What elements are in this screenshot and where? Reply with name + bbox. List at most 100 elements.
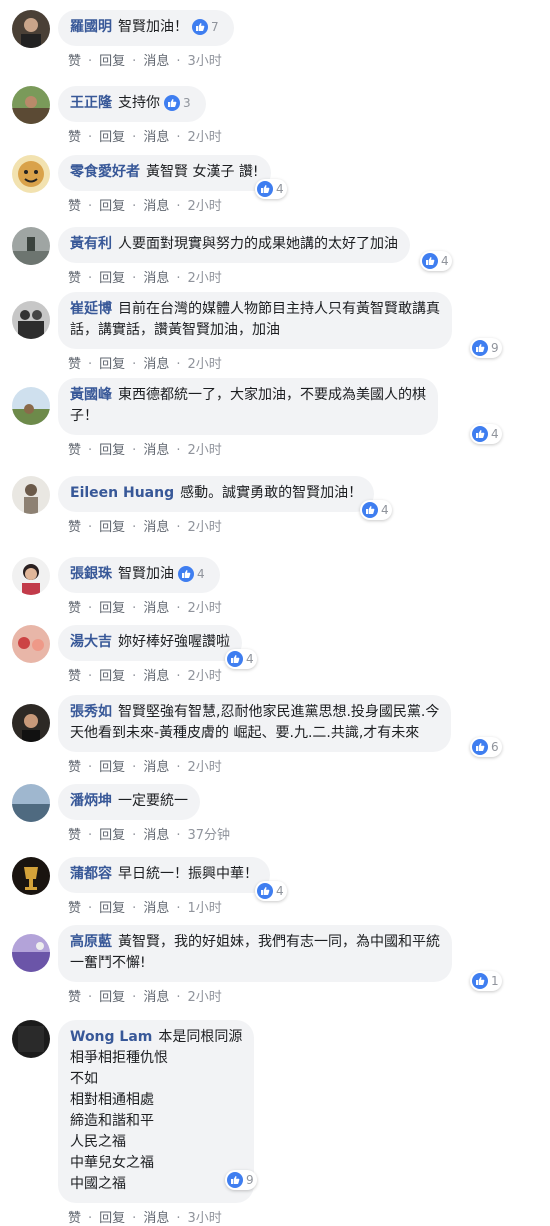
avatar[interactable]	[12, 857, 50, 895]
reply-button[interactable]: 回复	[99, 760, 125, 775]
message-button[interactable]: 消息	[143, 199, 169, 214]
like-button[interactable]: 赞	[68, 1211, 81, 1226]
commenter-name[interactable]: 湯大吉	[70, 634, 112, 650]
timestamp[interactable]: 2小时	[187, 199, 221, 214]
commenter-name[interactable]: 羅國明	[70, 19, 112, 35]
commenter-name[interactable]: Wong Lam	[70, 1029, 152, 1045]
timestamp[interactable]: 2小时	[187, 520, 221, 535]
reaction-count[interactable]: 4	[255, 179, 287, 199]
reply-button[interactable]: 回复	[99, 443, 125, 458]
avatar[interactable]	[12, 557, 50, 595]
timestamp[interactable]: 2小时	[187, 130, 221, 145]
avatar[interactable]	[12, 86, 50, 124]
reply-button[interactable]: 回复	[99, 901, 125, 916]
message-button[interactable]: 消息	[143, 357, 169, 372]
commenter-name[interactable]: 王正隆	[70, 95, 112, 111]
separator: ·	[176, 520, 181, 535]
commenter-name[interactable]: 崔延博	[70, 301, 112, 317]
like-button[interactable]: 赞	[68, 828, 81, 843]
like-button[interactable]: 赞	[68, 199, 81, 214]
reply-button[interactable]: 回复	[99, 601, 125, 616]
avatar[interactable]	[12, 10, 50, 48]
commenter-name[interactable]: 高原藍	[70, 934, 112, 950]
like-button[interactable]: 赞	[68, 271, 81, 286]
reaction-count[interactable]: 3	[162, 93, 194, 113]
commenter-name[interactable]: 零食愛好者	[70, 164, 140, 180]
like-button[interactable]: 赞	[68, 601, 81, 616]
reply-button[interactable]: 回复	[99, 520, 125, 535]
reaction-count[interactable]: 4	[176, 564, 208, 584]
like-button[interactable]: 赞	[68, 54, 81, 69]
avatar[interactable]	[12, 227, 50, 265]
message-button[interactable]: 消息	[143, 901, 169, 916]
reaction-count[interactable]: 7	[190, 17, 222, 37]
reply-button[interactable]: 回复	[99, 828, 125, 843]
like-icon	[164, 95, 180, 111]
message-button[interactable]: 消息	[143, 990, 169, 1005]
commenter-name[interactable]: 張秀如	[70, 704, 112, 720]
commenter-name[interactable]: Eileen Huang	[70, 485, 174, 501]
timestamp[interactable]: 2小时	[187, 357, 221, 372]
message-button[interactable]: 消息	[143, 54, 169, 69]
avatar[interactable]	[12, 301, 50, 339]
message-button[interactable]: 消息	[143, 669, 169, 684]
reply-button[interactable]: 回复	[99, 271, 125, 286]
avatar[interactable]	[12, 155, 50, 193]
like-button[interactable]: 赞	[68, 130, 81, 145]
commenter-name[interactable]: 蒲都容	[70, 866, 112, 882]
avatar[interactable]	[12, 704, 50, 742]
message-button[interactable]: 消息	[143, 130, 169, 145]
reply-button[interactable]: 回复	[99, 669, 125, 684]
reaction-count[interactable]: 4	[360, 500, 392, 520]
reaction-count[interactable]: 4	[420, 251, 452, 271]
reaction-count[interactable]: 9	[225, 1170, 257, 1190]
message-button[interactable]: 消息	[143, 601, 169, 616]
commenter-name[interactable]: 張銀珠	[70, 566, 112, 582]
timestamp[interactable]: 2小时	[187, 271, 221, 286]
reaction-count[interactable]: 4	[225, 649, 257, 669]
timestamp[interactable]: 2小时	[187, 760, 221, 775]
avatar[interactable]	[12, 476, 50, 514]
timestamp[interactable]: 2小时	[187, 443, 221, 458]
reaction-count[interactable]: 9	[470, 338, 502, 358]
like-button[interactable]: 赞	[68, 357, 81, 372]
reply-button[interactable]: 回复	[99, 130, 125, 145]
message-button[interactable]: 消息	[143, 1211, 169, 1226]
avatar[interactable]	[12, 625, 50, 663]
timestamp[interactable]: 2小时	[187, 601, 221, 616]
timestamp[interactable]: 3小时	[187, 54, 221, 69]
timestamp[interactable]: 37分钟	[187, 828, 230, 843]
like-button[interactable]: 赞	[68, 520, 81, 535]
like-button[interactable]: 赞	[68, 443, 81, 458]
message-button[interactable]: 消息	[143, 828, 169, 843]
like-button[interactable]: 赞	[68, 990, 81, 1005]
reply-button[interactable]: 回复	[99, 199, 125, 214]
reaction-count[interactable]: 4	[470, 424, 502, 444]
commenter-name[interactable]: 黃國峰	[70, 387, 112, 403]
avatar[interactable]	[12, 1020, 50, 1058]
reply-button[interactable]: 回复	[99, 357, 125, 372]
like-button[interactable]: 赞	[68, 669, 81, 684]
reaction-count[interactable]: 4	[255, 881, 287, 901]
message-button[interactable]: 消息	[143, 443, 169, 458]
reply-button[interactable]: 回复	[99, 990, 125, 1005]
avatar[interactable]	[12, 387, 50, 425]
timestamp[interactable]: 2小时	[187, 669, 221, 684]
avatar[interactable]	[12, 934, 50, 972]
message-button[interactable]: 消息	[143, 271, 169, 286]
timestamp[interactable]: 3小时	[187, 1211, 221, 1226]
message-button[interactable]: 消息	[143, 760, 169, 775]
like-button[interactable]: 赞	[68, 760, 81, 775]
commenter-name[interactable]: 潘炳坤	[70, 793, 112, 809]
like-button[interactable]: 赞	[68, 901, 81, 916]
reply-button[interactable]: 回复	[99, 1211, 125, 1226]
message-button[interactable]: 消息	[143, 520, 169, 535]
reaction-count[interactable]: 6	[470, 737, 502, 757]
reaction-count[interactable]: 1	[470, 971, 502, 991]
reply-button[interactable]: 回复	[99, 54, 125, 69]
avatar[interactable]	[12, 784, 50, 822]
separator: ·	[132, 271, 137, 286]
timestamp[interactable]: 1小时	[187, 901, 221, 916]
timestamp[interactable]: 2小时	[187, 990, 221, 1005]
commenter-name[interactable]: 黃有利	[70, 236, 112, 252]
